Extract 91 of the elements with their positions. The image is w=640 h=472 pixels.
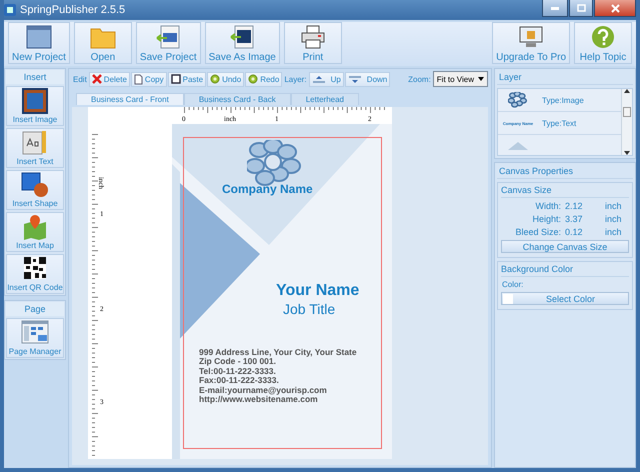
- toolbar-button[interactable]: New Project: [8, 22, 70, 64]
- insert-button[interactable]: Insert Shape: [6, 170, 64, 210]
- toolbar-button[interactable]: Print: [284, 22, 342, 64]
- scrollbar[interactable]: [621, 89, 632, 155]
- document-arrow-icon: [155, 25, 182, 49]
- contact-line: 999 Address Line, Your City, Your State: [199, 348, 357, 358]
- framed-picture-icon: [22, 88, 48, 114]
- square-circle-icon: [21, 172, 49, 198]
- minimize-button[interactable]: [542, 0, 568, 17]
- layer-order-button[interactable]: Up: [308, 72, 344, 86]
- qr-code-icon: [23, 256, 47, 280]
- app-icon: [4, 4, 16, 16]
- close-button[interactable]: [594, 0, 636, 17]
- group-title: Background Color: [501, 264, 629, 277]
- down-arrow-icon: [348, 74, 362, 84]
- zoom-dropdown[interactable]: Fit to View: [432, 71, 488, 87]
- page-manager-button[interactable]: Page Manager: [6, 318, 64, 358]
- page-tab[interactable]: Business Card - Back: [184, 93, 291, 105]
- property-label: Width:: [534, 201, 561, 211]
- person-name: Your Name: [276, 282, 360, 300]
- page-tab[interactable]: Letterhead: [290, 93, 359, 105]
- monitor-icon: [518, 25, 544, 49]
- company-name: Company Name: [222, 182, 313, 196]
- color-label: Color:: [501, 280, 524, 289]
- text-pencil-icon: [22, 130, 48, 156]
- edit-button[interactable]: Undo: [207, 72, 244, 86]
- insert-button[interactable]: Insert QR Code: [6, 254, 64, 294]
- toolbar-button[interactable]: Upgrade To Pro: [492, 22, 570, 64]
- insert-button[interactable]: Insert Map: [6, 212, 64, 252]
- contact-line: Fax:00-11-222-3333.: [199, 376, 280, 386]
- contact-line: E-mail:yourname@yourisp.com: [199, 386, 328, 395]
- layer-label: Layer:: [283, 74, 308, 84]
- contact-line: Tel:00-11-222-3333.: [199, 366, 277, 376]
- maximize-icon: [576, 4, 586, 12]
- contact-line: http://www.websitename.com: [199, 395, 318, 404]
- page-tab[interactable]: Business Card - Front: [76, 93, 184, 105]
- printer-icon: [300, 25, 326, 49]
- scroll-thumb[interactable]: [623, 107, 631, 117]
- scroll-up-icon[interactable]: [624, 89, 630, 93]
- property-value: 3.37: [565, 214, 584, 224]
- minimize-icon: [551, 6, 559, 10]
- photo-arrow-icon: [229, 25, 256, 49]
- toolbar-button[interactable]: Save As Image: [204, 22, 280, 64]
- layer-order-button[interactable]: Down: [344, 72, 390, 86]
- panel-title: Layer: [497, 71, 633, 85]
- toolbar-button[interactable]: Help Topic: [574, 22, 632, 64]
- layer-type: Type:Text: [542, 118, 576, 128]
- triangle-icon: [508, 142, 528, 150]
- property-label: Bleed Size:: [514, 227, 561, 237]
- zoom-label: Zoom:: [407, 74, 432, 84]
- contact-line: Zip Code - 100 001.: [199, 357, 277, 367]
- caret-icon: [478, 77, 484, 81]
- property-unit: inch: [605, 227, 623, 237]
- group-title: Canvas Size: [501, 185, 629, 198]
- change-canvas-size-button[interactable]: Change Canvas Size: [501, 240, 629, 253]
- window-icon: [26, 25, 52, 49]
- up-arrow-icon: [312, 74, 326, 84]
- close-icon: [610, 4, 620, 12]
- circle-icon: [210, 74, 220, 84]
- document-icon: [134, 74, 143, 84]
- insert-button[interactable]: Insert Text: [6, 128, 64, 168]
- edit-button[interactable]: Delete: [88, 72, 130, 86]
- panel-title: Insert: [6, 70, 64, 84]
- toolbar-button[interactable]: Open: [74, 22, 132, 64]
- help-icon: [590, 25, 616, 49]
- flower-logo-icon: [508, 92, 528, 108]
- insert-button[interactable]: Insert Image: [6, 86, 64, 126]
- property-value: 2.12: [565, 201, 584, 211]
- edit-button[interactable]: Copy: [130, 72, 167, 86]
- map-pin-icon: [22, 214, 48, 240]
- window-title: SpringPublisher 2.5.5: [20, 4, 126, 16]
- circle-icon: [248, 74, 258, 84]
- property-unit: inch: [605, 201, 623, 211]
- edit-button[interactable]: Paste: [168, 72, 206, 86]
- square-icon: [170, 74, 181, 84]
- delete-icon: [92, 74, 102, 84]
- edit-button[interactable]: Redo: [245, 72, 282, 86]
- scroll-down-icon[interactable]: [624, 151, 630, 155]
- layer-type: Type:Image: [542, 96, 584, 104]
- edit-label: Edit: [72, 74, 88, 84]
- toolbar-button[interactable]: Save Project: [136, 22, 201, 64]
- panel-title: Canvas Properties: [497, 165, 633, 179]
- maximize-button[interactable]: [569, 0, 593, 17]
- property-unit: inch: [605, 214, 623, 224]
- select-color-button[interactable]: Select Color: [501, 292, 629, 305]
- job-title: Job Title: [283, 301, 336, 317]
- layer-item[interactable]: Type:Image: [498, 89, 621, 112]
- panel-title: Page: [6, 302, 64, 316]
- page-grid-icon: [21, 320, 49, 344]
- property-label: Height:: [531, 214, 561, 224]
- property-value: 0.12: [565, 227, 584, 237]
